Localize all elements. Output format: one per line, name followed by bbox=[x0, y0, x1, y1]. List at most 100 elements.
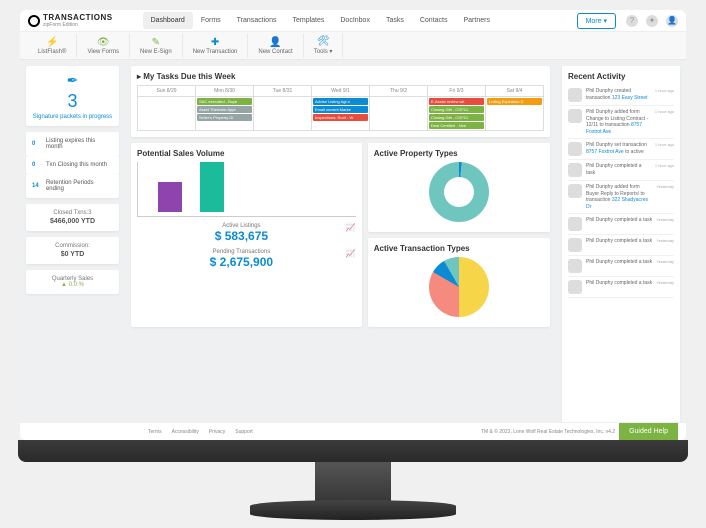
task-event[interactable]: Asset Thematic Appr bbox=[197, 106, 252, 113]
toolbar-tools-[interactable]: 🛠Tools ▾ bbox=[304, 33, 344, 58]
activity-item: Phil Dunphy completed a taskYesterday bbox=[568, 214, 674, 235]
top-header: TRANSACTIONS zipForm Edition DashboardFo… bbox=[20, 10, 686, 32]
help-icon[interactable]: ? bbox=[626, 15, 638, 27]
view-forms-icon: 👁 bbox=[97, 37, 110, 48]
task-event[interactable]: Deal Certified - Nee bbox=[429, 122, 484, 129]
brand-name: TRANSACTIONS bbox=[43, 13, 113, 22]
activity-item: Phil Dunphy completed a taskYesterday bbox=[568, 256, 674, 277]
sales-volume-panel: Potential Sales Volume 📈 Active Listings… bbox=[131, 143, 362, 327]
task-event[interactable]: Listing Expiration D bbox=[487, 98, 542, 105]
logo-icon bbox=[28, 15, 40, 27]
day-header: Mon 8/30 bbox=[196, 86, 253, 97]
notification-icon[interactable]: ✦ bbox=[646, 15, 658, 27]
toolbar-new-contact[interactable]: 👤New Contact bbox=[248, 34, 303, 58]
nav-tasks[interactable]: Tasks bbox=[378, 12, 412, 29]
avatar bbox=[568, 184, 582, 198]
nav-partners[interactable]: Partners bbox=[455, 12, 497, 29]
toolbar-new-e-sign[interactable]: ✎New E-Sign bbox=[130, 34, 183, 58]
task-event[interactable]: Advise Listing Agt o bbox=[313, 98, 368, 105]
activity-link[interactable]: 322 Shadyacres Dr bbox=[586, 197, 648, 210]
commission-value: $0 YTD bbox=[32, 251, 113, 258]
psv-title: Potential Sales Volume bbox=[137, 149, 356, 158]
avatar bbox=[568, 280, 582, 294]
spark-icon[interactable]: 📈 bbox=[346, 249, 356, 258]
footer-link-privacy[interactable]: Privacy bbox=[209, 429, 225, 435]
nav-dashboard[interactable]: Dashboard bbox=[143, 12, 193, 29]
avatar bbox=[568, 259, 582, 273]
stat-text: Listing expires this month bbox=[46, 138, 113, 150]
footer-link-accessibility[interactable]: Accessibility bbox=[172, 429, 199, 435]
stat-card[interactable]: 0 Listing expires this month bbox=[26, 132, 119, 156]
activity-link[interactable]: 8757 Foxtrot Ave bbox=[586, 149, 624, 155]
activity-item: Phil Dunphy completed a taskYesterday bbox=[568, 235, 674, 256]
activity-text: Phil Dunphy created transaction 123 Easy… bbox=[586, 88, 651, 102]
toolbar-new-transaction[interactable]: ✚New Transaction bbox=[183, 34, 249, 58]
nav-transactions[interactable]: Transactions bbox=[229, 12, 285, 29]
transaction-types-panel: Active Transaction Types bbox=[368, 238, 550, 327]
task-event[interactable]: Inspections: Roof - W bbox=[313, 114, 368, 121]
activity-item: Phil Dunphy set transaction 8757 Foxtrot… bbox=[568, 139, 674, 160]
listflash--icon: ⚡ bbox=[46, 37, 58, 48]
commission-label: Commission: bbox=[32, 243, 113, 249]
activity-text: Phil Dunphy added form Change to Listing… bbox=[586, 109, 651, 135]
apt-title: Active Property Types bbox=[374, 149, 544, 158]
pie-chart bbox=[429, 257, 489, 317]
sidebar: ✒ 3 Signature packets in progress 0 Listi… bbox=[20, 60, 125, 440]
nav-docinbox[interactable]: DocInbox bbox=[332, 12, 378, 29]
toolbar-listflash-[interactable]: ⚡ListFlash® bbox=[28, 34, 77, 58]
task-event[interactable]: Closing Gift - COFCL bbox=[429, 114, 484, 121]
avatar bbox=[568, 238, 582, 252]
day-column: Fri 9/3E-Assist review witClosing Gift -… bbox=[428, 86, 486, 130]
task-event[interactable]: Closing Gift - COFCL bbox=[429, 106, 484, 113]
closed-value: $466,000 YTD bbox=[32, 218, 113, 225]
brand-logo: TRANSACTIONS zipForm Edition bbox=[28, 13, 113, 28]
nav-templates[interactable]: Templates bbox=[284, 12, 332, 29]
day-column: Tue 8/31 bbox=[254, 86, 312, 130]
activity-link[interactable]: 123 Easy Street bbox=[612, 95, 648, 101]
stat-number: 14 bbox=[32, 183, 42, 189]
guided-help-button[interactable]: Guided Help bbox=[619, 423, 678, 440]
day-header: Sat 9/4 bbox=[486, 86, 543, 97]
task-event[interactable]: Seller's Property Di bbox=[197, 114, 252, 121]
task-event[interactable]: Email current Marke bbox=[313, 106, 368, 113]
avatar bbox=[568, 163, 582, 177]
activity-time: 1 hour ago bbox=[655, 142, 674, 156]
more-menu[interactable]: More ▾ bbox=[577, 13, 616, 29]
stat-card[interactable]: 0Txn Closing this month bbox=[26, 156, 119, 174]
activity-text: Phil Dunphy completed a task bbox=[586, 259, 652, 273]
footer-link-support[interactable]: Support bbox=[235, 429, 253, 435]
day-column: Wed 9/1Advise Listing Agt oEmail current… bbox=[312, 86, 370, 130]
new-contact-icon: 👤 bbox=[269, 37, 281, 48]
activity-item: Phil Dunphy added form Buyer Reply to Re… bbox=[568, 181, 674, 214]
activity-link[interactable]: 8757 Foxtrot Ave bbox=[586, 122, 642, 135]
activity-item: Phil Dunphy completed a task1 hour ago bbox=[568, 160, 674, 181]
activity-text: Phil Dunphy set transaction 8757 Foxtrot… bbox=[586, 142, 651, 156]
signature-card[interactable]: ✒ 3 Signature packets in progress bbox=[26, 66, 119, 126]
nav-forms[interactable]: Forms bbox=[193, 12, 229, 29]
commission-card: Commission: $0 YTD bbox=[26, 237, 119, 264]
day-column: Thu 9/2 bbox=[370, 86, 428, 130]
activity-time: 1 hour ago bbox=[655, 88, 674, 102]
pending-value: $ 2,675,900 bbox=[137, 255, 356, 269]
signature-count: 3 bbox=[32, 91, 113, 112]
stat-number: 0 bbox=[32, 141, 42, 147]
activity-time: 1 hour ago bbox=[655, 109, 674, 135]
att-title: Active Transaction Types bbox=[374, 244, 544, 253]
day-header: Wed 9/1 bbox=[312, 86, 369, 97]
action-toolbar: ⚡ListFlash®👁View Forms✎New E-Sign✚New Tr… bbox=[20, 32, 686, 60]
stat-card[interactable]: 14Retention Periods ending bbox=[26, 174, 119, 198]
avatar-icon[interactable]: 👤 bbox=[666, 15, 678, 27]
toolbar-view-forms[interactable]: 👁View Forms bbox=[77, 34, 130, 58]
spark-icon[interactable]: 📈 bbox=[346, 223, 356, 232]
avatar bbox=[568, 142, 582, 156]
tools--icon: 🛠 bbox=[317, 36, 330, 47]
task-event[interactable]: E-Assist review wit bbox=[429, 98, 484, 105]
day-header: Fri 9/3 bbox=[428, 86, 485, 97]
activity-item: Phil Dunphy added form Change to Listing… bbox=[568, 106, 674, 139]
activity-panel: Recent Activity Phil Dunphy created tran… bbox=[562, 66, 680, 434]
task-event[interactable]: SAC executed - Buye bbox=[197, 98, 252, 105]
new-transaction-icon: ✚ bbox=[211, 37, 219, 48]
day-header: Sun 8/29 bbox=[138, 86, 195, 97]
footer-link-terms[interactable]: Terms bbox=[148, 429, 162, 435]
nav-contacts[interactable]: Contacts bbox=[412, 12, 456, 29]
